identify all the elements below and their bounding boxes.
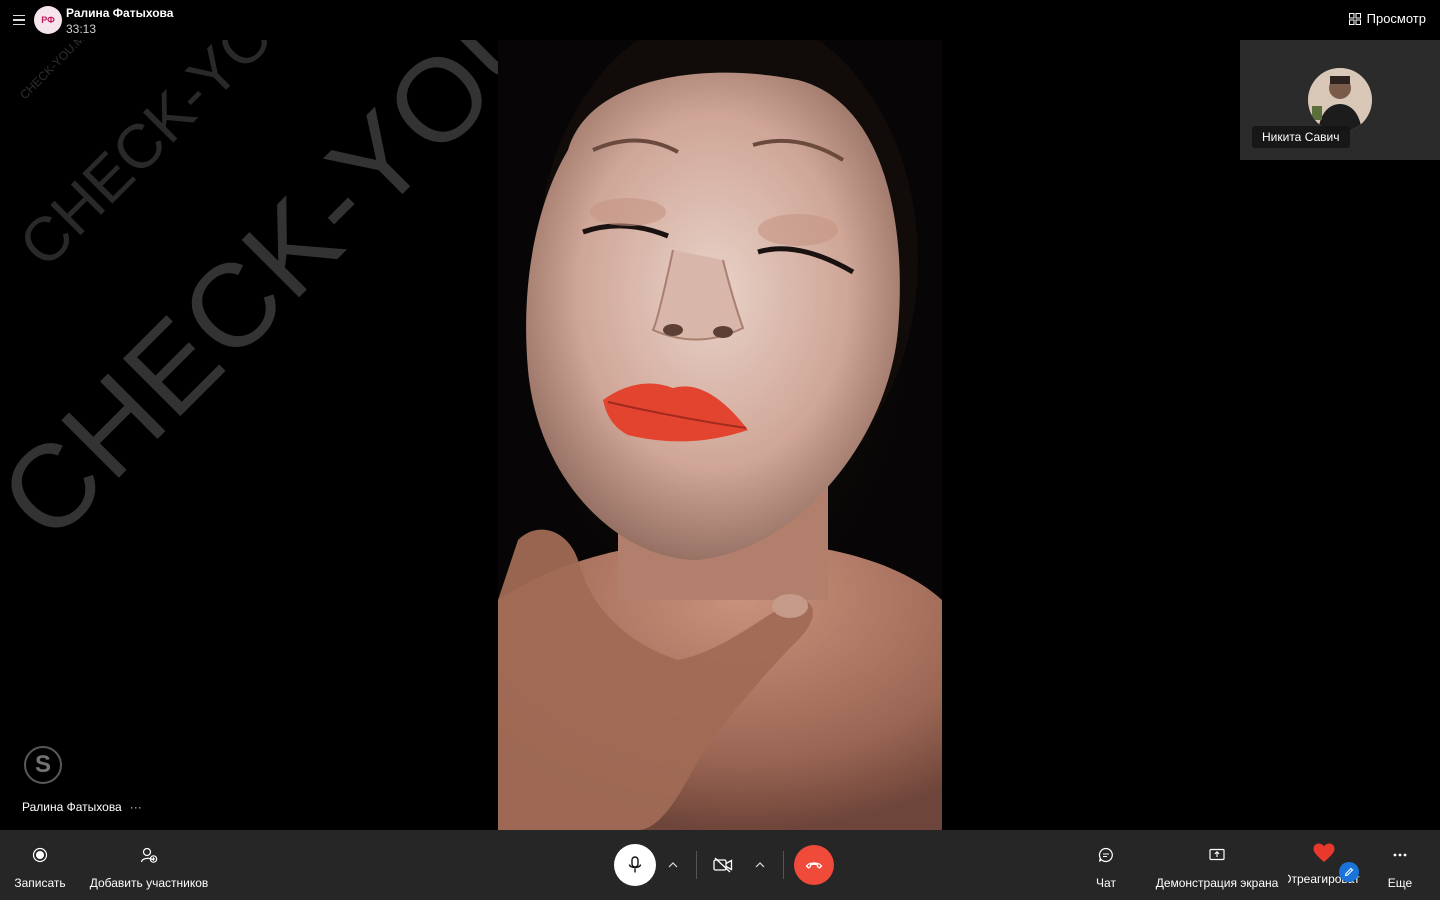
microphone-button[interactable] [614, 844, 656, 886]
menu-icon[interactable] [10, 11, 28, 29]
view-button[interactable]: Просмотр [1348, 11, 1426, 26]
caller-avatar[interactable]: РФ [34, 6, 62, 34]
chat-icon [1098, 847, 1113, 863]
camera-off-icon [713, 857, 733, 873]
call-timer: 33:13 [66, 22, 97, 36]
chevron-up-icon [755, 862, 765, 868]
view-label: Просмотр [1366, 11, 1426, 26]
record-icon [32, 847, 48, 863]
call-toolbar: Записать Добавить участников Чат Демонст… [0, 830, 1440, 900]
chevron-up-icon [668, 862, 678, 868]
add-participants-label: Добавить участников [89, 876, 209, 890]
chat-button[interactable]: Чат [1082, 830, 1130, 900]
more-icon [1393, 853, 1407, 857]
grid-icon [1348, 12, 1361, 25]
hang-up-icon [805, 862, 823, 869]
divider [783, 851, 784, 879]
remote-video[interactable] [498, 40, 942, 830]
caller-name: Ралина Фатыхова [66, 6, 174, 20]
self-preview-tile[interactable]: Никита Савич [1240, 40, 1440, 160]
heart-icon [1313, 843, 1335, 862]
record-button[interactable]: Записать [10, 830, 70, 900]
record-label: Записать [14, 876, 66, 890]
more-label: Еще [1387, 876, 1413, 890]
microphone-icon [628, 856, 642, 873]
add-participants-button[interactable]: Добавить участников [88, 830, 210, 900]
remote-video-frame [498, 40, 942, 830]
share-screen-button[interactable]: Демонстрация экрана [1150, 830, 1284, 900]
skype-icon: S [24, 746, 62, 784]
share-screen-icon [1209, 848, 1225, 861]
self-name-label: Никита Савич [1252, 126, 1350, 148]
divider [696, 851, 697, 879]
self-avatar-image [1308, 68, 1372, 132]
watermark-small: CHECK-YOU.ME [17, 40, 94, 103]
participant-label: Ралина Фатыхова ··· [22, 800, 142, 814]
add-person-icon [140, 847, 158, 863]
top-bar: РФ Ралина Фатыхова 33:13 Просмотр [0, 0, 1440, 40]
participant-more-button[interactable]: ··· [130, 800, 142, 814]
call-controls [614, 844, 834, 886]
video-stage: CHECK-YOU.ME CHECK-YOU.ME CHECK-YOU.ME Н… [0, 40, 1440, 830]
participant-name: Ралина Фатыхова [22, 800, 122, 814]
chat-label: Чат [1096, 876, 1116, 890]
self-avatar [1308, 68, 1372, 132]
microphone-options-button[interactable] [656, 844, 690, 886]
pencil-icon [1344, 867, 1354, 877]
hang-up-button[interactable] [794, 845, 834, 885]
share-screen-label: Демонстрация экрана [1155, 876, 1279, 890]
more-button[interactable]: Еще [1380, 830, 1420, 900]
camera-options-button[interactable] [743, 844, 777, 886]
pencil-badge[interactable] [1339, 862, 1359, 882]
camera-button[interactable] [703, 844, 743, 886]
